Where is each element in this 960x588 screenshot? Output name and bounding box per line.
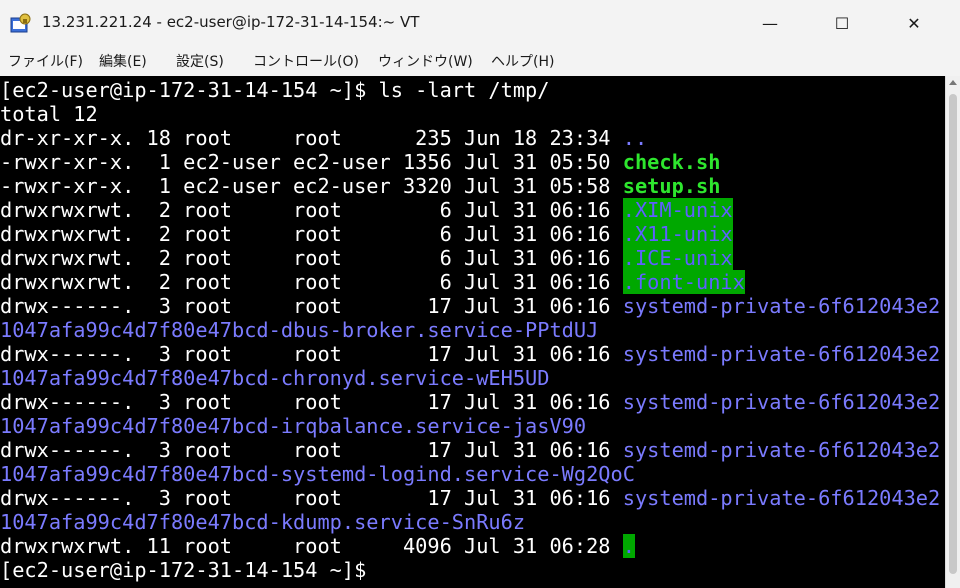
exec-file-name: setup.sh	[622, 174, 721, 198]
sticky-dir-name: .ICE-unix	[622, 246, 733, 270]
row-prefix: drwx------. 3 root root 17 Jul 31 06:16	[0, 294, 623, 318]
row-prefix: -rwxr-xr-x. 1 ec2-user ec2-user 1356 Jul…	[0, 150, 623, 174]
listing-row: drwx------. 3 root root 17 Jul 31 06:16 …	[0, 438, 940, 462]
menu-bar: ファイル(F) 編集(E) 設定(S) コントロール(O) ウィンドウ(W) ヘ…	[0, 46, 960, 76]
sticky-dir-name: .X11-unix	[622, 222, 733, 246]
maximize-icon: ☐	[834, 13, 850, 33]
dir-name: systemd-private-6f612043e2	[622, 342, 941, 366]
close-button[interactable]: ✕	[888, 0, 940, 46]
vertical-scrollbar[interactable]	[945, 76, 960, 588]
dir-name: 1047afa99c4d7f80e47bcd-systemd-logind.se…	[0, 462, 635, 486]
minimize-button[interactable]: —	[744, 0, 796, 46]
exec-file-name: check.sh	[622, 150, 721, 174]
menu-file[interactable]: ファイル(F)	[8, 51, 83, 71]
sticky-dir-name: .font-unix	[622, 270, 745, 294]
dir-name: 1047afa99c4d7f80e47bcd-dbus-broker.servi…	[0, 318, 599, 342]
scrollbar-thumb[interactable]	[949, 94, 957, 574]
listing-row: dr-xr-xr-x. 18 root root 235 Jun 18 23:3…	[0, 126, 647, 150]
row-prefix: drwx------. 3 root root 17 Jul 31 06:16	[0, 438, 623, 462]
dir-name: 1047afa99c4d7f80e47bcd-irqbalance.servic…	[0, 414, 587, 438]
row-prefix: drwx------. 3 root root 17 Jul 31 06:16	[0, 390, 623, 414]
listing-row: -rwxr-xr-x. 1 ec2-user ec2-user 3320 Jul…	[0, 174, 720, 198]
row-prefix: -rwxr-xr-x. 1 ec2-user ec2-user 3320 Jul…	[0, 174, 623, 198]
menu-help[interactable]: ヘルプ(H)	[491, 51, 554, 71]
listing-row-wrap: 1047afa99c4d7f80e47bcd-chronyd.service-w…	[0, 366, 549, 390]
prompt-line: [ec2-user@ip-172-31-14-154 ~]$	[0, 558, 379, 582]
sticky-dir-name: .	[622, 534, 635, 558]
minimize-icon: —	[762, 13, 778, 33]
row-prefix: drwxrwxrwt. 2 root root 6 Jul 31 06:16	[0, 246, 623, 270]
command-line: [ec2-user@ip-172-31-14-154 ~]$ ls -lart …	[0, 78, 550, 102]
listing-row-wrap: 1047afa99c4d7f80e47bcd-kdump.service-SnR…	[0, 510, 525, 534]
listing-row: drwx------. 3 root root 17 Jul 31 06:16 …	[0, 390, 940, 414]
menu-control[interactable]: コントロール(O)	[253, 51, 359, 71]
listing-row: drwxrwxrwt. 2 root root 6 Jul 31 06:16 .…	[0, 246, 733, 270]
title-bar[interactable]: 13.231.221.24 - ec2-user@ip-172-31-14-15…	[0, 0, 960, 46]
listing-row: drwxrwxrwt. 2 root root 6 Jul 31 06:16 .…	[0, 270, 745, 294]
dir-name: systemd-private-6f612043e2	[622, 390, 941, 414]
row-prefix: drwxrwxrwt. 2 root root 6 Jul 31 06:16	[0, 222, 623, 246]
listing-row-wrap: 1047afa99c4d7f80e47bcd-systemd-logind.se…	[0, 462, 635, 486]
row-prefix: drwx------. 3 root root 17 Jul 31 06:16	[0, 342, 623, 366]
listing-row: -rwxr-xr-x. 1 ec2-user ec2-user 1356 Jul…	[0, 150, 720, 174]
menu-window[interactable]: ウィンドウ(W)	[378, 51, 473, 71]
menu-edit[interactable]: 編集(E)	[99, 51, 147, 71]
listing-row: drwx------. 3 root root 17 Jul 31 06:16 …	[0, 294, 940, 318]
listing-row-wrap: 1047afa99c4d7f80e47bcd-irqbalance.servic…	[0, 414, 586, 438]
row-prefix: dr-xr-xr-x. 18 root root 235 Jun 18 23:3…	[0, 126, 623, 150]
dir-name: 1047afa99c4d7f80e47bcd-chronyd.service-w…	[0, 366, 550, 390]
terminal-lock-icon	[10, 13, 31, 33]
terminal-screen[interactable]: [ec2-user@ip-172-31-14-154 ~]$ ls -lart …	[0, 76, 960, 588]
dir-name: systemd-private-6f612043e2	[622, 294, 941, 318]
listing-row: drwx------. 3 root root 17 Jul 31 06:16 …	[0, 486, 940, 510]
listing-row: drwxrwxrwt. 2 root root 6 Jul 31 06:16 .…	[0, 198, 733, 222]
prompt: [ec2-user@ip-172-31-14-154 ~]$	[0, 558, 379, 582]
listing-row: drwx------. 3 root root 17 Jul 31 06:16 …	[0, 342, 940, 366]
window-title: 13.231.221.24 - ec2-user@ip-172-31-14-15…	[42, 13, 420, 31]
maximize-button[interactable]: ☐	[816, 0, 868, 46]
listing-row: drwxrwxrwt. 11 root root 4096 Jul 31 06:…	[0, 534, 635, 558]
sticky-dir-name: .XIM-unix	[622, 198, 733, 222]
listing-row: drwxrwxrwt. 2 root root 6 Jul 31 06:16 .…	[0, 222, 733, 246]
dir-name: systemd-private-6f612043e2	[622, 438, 941, 462]
menu-settings[interactable]: 設定(S)	[176, 51, 224, 71]
listing-row-wrap: 1047afa99c4d7f80e47bcd-dbus-broker.servi…	[0, 318, 598, 342]
dir-name: ..	[622, 126, 648, 150]
close-icon: ✕	[907, 13, 921, 33]
total-line: total 12	[0, 102, 98, 126]
scroll-up-arrow-icon[interactable]	[949, 80, 957, 85]
dir-name: systemd-private-6f612043e2	[622, 486, 941, 510]
row-prefix: drwxrwxrwt. 2 root root 6 Jul 31 06:16	[0, 198, 623, 222]
row-prefix: drwxrwxrwt. 2 root root 6 Jul 31 06:16	[0, 270, 623, 294]
row-prefix: drwxrwxrwt. 11 root root 4096 Jul 31 06:…	[0, 534, 623, 558]
dir-name: 1047afa99c4d7f80e47bcd-kdump.service-SnR…	[0, 510, 526, 534]
row-prefix: drwx------. 3 root root 17 Jul 31 06:16	[0, 486, 623, 510]
